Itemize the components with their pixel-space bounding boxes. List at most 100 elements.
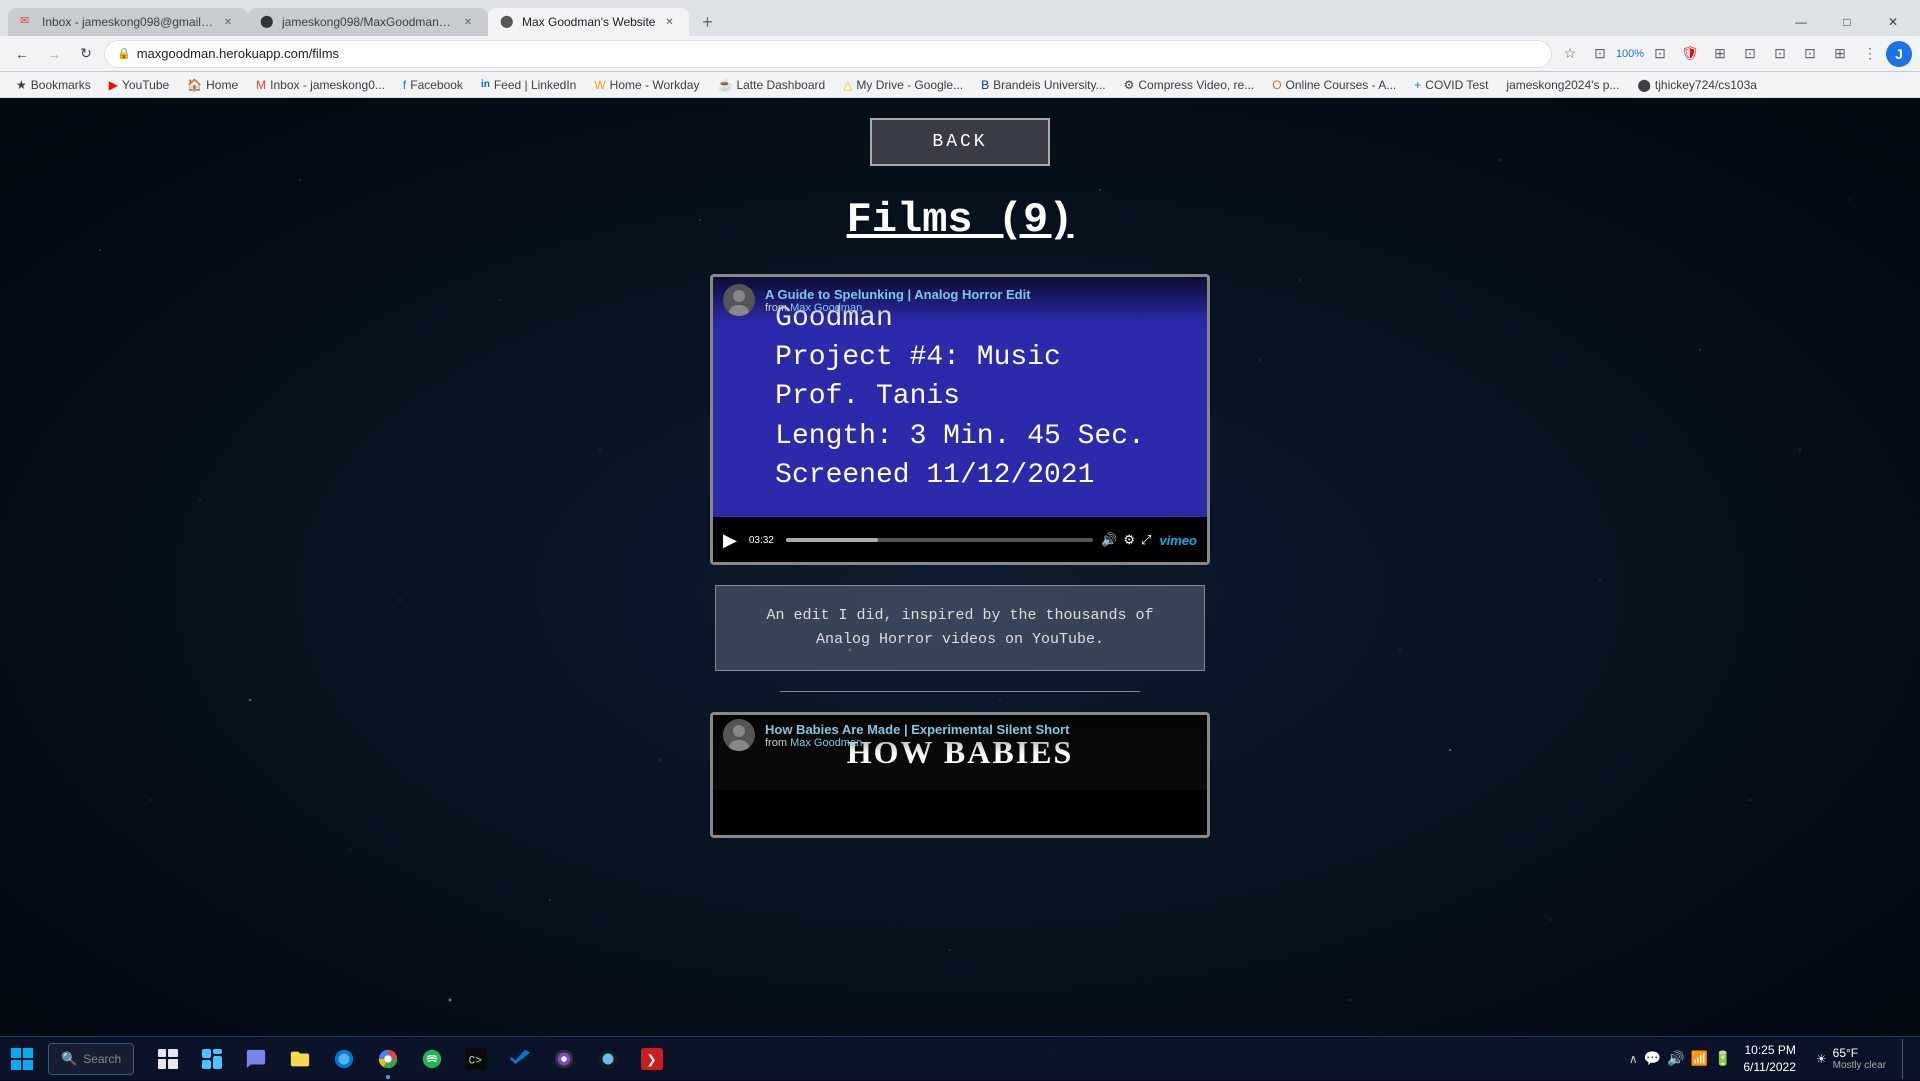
bookmark-linkedin[interactable]: in Feed | LinkedIn: [473, 76, 584, 94]
film-1-container: A Guide to Spelunking | Analog Horror Ed…: [710, 274, 1210, 565]
taskbar-pinned-apps: C> ❯: [146, 1037, 674, 1081]
taskbar-app-chat[interactable]: [234, 1037, 278, 1081]
vimeo-author-link-2[interactable]: Max Goodman: [790, 737, 862, 749]
tab-gmail[interactable]: ✉ Inbox - jameskong098@gmail.c... ✕: [8, 8, 248, 36]
taskbar-app-vscode[interactable]: [498, 1037, 542, 1081]
close-button[interactable]: ✕: [1870, 8, 1916, 36]
bookmark-jk2024[interactable]: jameskong2024's p...: [1498, 76, 1627, 94]
extra-icon-3[interactable]: ⊡: [1796, 40, 1824, 68]
tab-close-github[interactable]: ✕: [460, 14, 476, 30]
taskbar-search-label: Search: [83, 1052, 121, 1066]
cast-icon[interactable]: ⊡: [1586, 40, 1614, 68]
tray-chevron[interactable]: ∧: [1629, 1052, 1638, 1066]
start-button[interactable]: [0, 1037, 44, 1081]
bookmark-courses[interactable]: O Online Courses - A...: [1264, 76, 1404, 94]
show-desktop-button[interactable]: [1902, 1039, 1908, 1079]
vimeo-from-2: from Max Goodman: [765, 737, 1069, 749]
compress-icon: ⚙: [1124, 78, 1135, 92]
tab-maxgoodman[interactable]: ⬤ Max Goodman's Website ✕: [488, 8, 689, 36]
settings-icon-1[interactable]: ⚙: [1123, 532, 1135, 548]
tab-title-github: jameskong098/MaxGoodmanW...: [282, 15, 454, 29]
tray-volume-icon[interactable]: 🔊: [1667, 1050, 1684, 1067]
film-2-embed[interactable]: How Babies Are Made | Experimental Silen…: [713, 715, 1207, 835]
taskbar-app-steam[interactable]: [586, 1037, 630, 1081]
bookmark-workday[interactable]: W Home - Workday: [586, 76, 707, 94]
bookmark-bookmarks[interactable]: ★ Bookmarks: [8, 76, 99, 94]
taskbar-app-terminal[interactable]: C>: [454, 1037, 498, 1081]
new-tab-button[interactable]: +: [693, 8, 721, 36]
taskbar-date: 6/11/2022: [1743, 1059, 1796, 1076]
back-button[interactable]: BACK: [870, 118, 1050, 166]
vimeo-controls-1: ▶ 03:32 🔊 ⚙ ⤢ vimeo: [713, 518, 1207, 562]
taskbar-weather[interactable]: ☀ 65°F Mostly clear: [1808, 1046, 1894, 1071]
bookmark-compress[interactable]: ⚙ Compress Video, re...: [1116, 76, 1263, 94]
taskbar-app-obs[interactable]: [542, 1037, 586, 1081]
tray-network-icon[interactable]: 📶: [1691, 1050, 1708, 1067]
tray-message-icon[interactable]: 💬: [1644, 1050, 1661, 1067]
more-icon[interactable]: ⋮: [1856, 40, 1884, 68]
bookmark-tjhickey[interactable]: ⬤ tjhickey724/cs103a: [1629, 76, 1765, 94]
bookmark-linkedin-label: Feed | LinkedIn: [494, 78, 577, 92]
minimize-button[interactable]: —: [1778, 8, 1824, 36]
progress-fill-1: [786, 538, 878, 542]
taskbar-app-chrome[interactable]: [366, 1037, 410, 1081]
taskbar-clock[interactable]: 10:25 PM 6/11/2022: [1735, 1042, 1804, 1076]
tab-close-gmail[interactable]: ✕: [220, 14, 236, 30]
volume-icon-1[interactable]: 🔊: [1101, 532, 1117, 548]
bookmark-compress-label: Compress Video, re...: [1138, 78, 1254, 92]
tab-favicon-github: ⬤: [260, 14, 276, 30]
taskbar-search-bar[interactable]: 🔍 Search: [48, 1043, 134, 1075]
bookmark-facebook[interactable]: f Facebook: [395, 76, 471, 94]
shield-icon[interactable]: 🛡: [1676, 40, 1704, 68]
bookmark-brandeis[interactable]: B Brandeis University...: [973, 76, 1114, 94]
back-button-wrapper: BACK: [0, 118, 1920, 166]
extensions-puzzle-icon[interactable]: ⊞: [1706, 40, 1734, 68]
weather-icon: ☀: [1816, 1052, 1827, 1066]
taskbar-app-edge[interactable]: [322, 1037, 366, 1081]
taskbar-app-spotify[interactable]: [410, 1037, 454, 1081]
taskbar-app-taskview[interactable]: [146, 1037, 190, 1081]
taskbar-right: ∧ 💬 🔊 📶 🔋 10:25 PM 6/11/2022 ☀ 65°F Most…: [1629, 1039, 1920, 1079]
extra-icon-1[interactable]: ⊡: [1736, 40, 1764, 68]
maximize-button[interactable]: □: [1824, 8, 1870, 36]
vimeo-video-title-2: How Babies Are Made | Experimental Silen…: [765, 722, 1069, 737]
address-field[interactable]: 🔒 maxgoodman.herokuapp.com/films: [104, 40, 1552, 68]
taskbar-app-widgets[interactable]: [190, 1037, 234, 1081]
bookmark-jk2024-label: jameskong2024's p...: [1506, 78, 1619, 92]
back-nav-button[interactable]: ←: [8, 40, 36, 68]
bookmark-latte[interactable]: ☕ Latte Dashboard: [709, 76, 833, 94]
play-button-1[interactable]: ▶: [723, 530, 737, 551]
tab-favicon-gmail: ✉: [20, 14, 36, 30]
vimeo-author-link-1[interactable]: Max Goodman: [790, 302, 862, 314]
bookmark-brandeis-label: Brandeis University...: [993, 78, 1105, 92]
vimeo-top-bar-1: A Guide to Spelunking | Analog Horror Ed…: [713, 277, 1207, 323]
tray-battery-icon[interactable]: 🔋: [1714, 1050, 1731, 1067]
extensions-icon[interactable]: ⊡: [1646, 40, 1674, 68]
film-1-embed[interactable]: A Guide to Spelunking | Analog Horror Ed…: [713, 277, 1207, 562]
bookmark-youtube[interactable]: ▶ YouTube: [101, 76, 177, 94]
url-text: maxgoodman.herokuapp.com/films: [137, 46, 339, 61]
reload-button[interactable]: ↻: [72, 40, 100, 68]
fullscreen-icon-1[interactable]: ⤢: [1141, 532, 1151, 548]
taskbar-app-arrow[interactable]: ❯: [630, 1037, 674, 1081]
bookmark-star-icon[interactable]: ☆: [1556, 40, 1584, 68]
progress-bar-1[interactable]: [786, 538, 1093, 542]
film-1-line-4: Length: 3 Min. 45 Sec.: [775, 417, 1145, 456]
bookmark-home[interactable]: 🏠 Home: [179, 76, 246, 94]
bookmark-gdrive-label: My Drive - Google...: [856, 78, 963, 92]
profile-avatar[interactable]: J: [1886, 41, 1912, 67]
film-1-line-5: Screened 11/12/2021: [775, 456, 1145, 495]
zoom-icon[interactable]: 100%: [1616, 40, 1644, 68]
apps-icon[interactable]: ⊞: [1826, 40, 1854, 68]
bookmark-inbox[interactable]: M Inbox - jameskong0...: [248, 76, 393, 94]
weather-desc: Mostly clear: [1833, 1060, 1886, 1071]
tab-favicon-maxgoodman: ⬤: [500, 14, 516, 30]
bookmark-covid[interactable]: + COVID Test: [1406, 76, 1496, 94]
forward-nav-button[interactable]: →: [40, 40, 68, 68]
bookmark-gdrive[interactable]: △ My Drive - Google...: [835, 76, 971, 94]
tab-close-maxgoodman[interactable]: ✕: [661, 14, 677, 30]
extra-icon-2[interactable]: ⊡: [1766, 40, 1794, 68]
taskbar-app-explorer[interactable]: [278, 1037, 322, 1081]
tab-github[interactable]: ⬤ jameskong098/MaxGoodmanW... ✕: [248, 8, 488, 36]
bookmark-courses-label: Online Courses - A...: [1286, 78, 1397, 92]
